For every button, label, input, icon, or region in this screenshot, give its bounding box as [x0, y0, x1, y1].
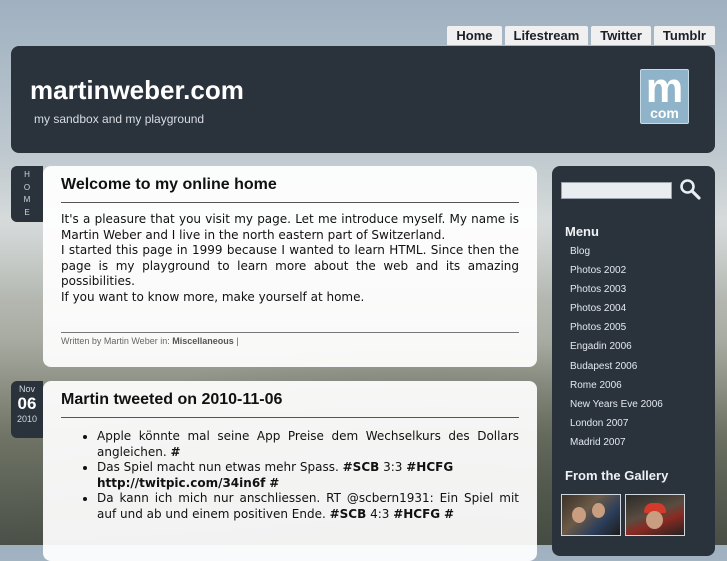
thumbnail-face: [592, 503, 605, 518]
tweet-text: 3:3: [379, 460, 407, 475]
menu-item-new-years-eve-2006[interactable]: New Years Eve 2006: [570, 397, 663, 416]
home-tab-letter: O: [23, 182, 31, 192]
welcome-post: Welcome to my online home It's a pleasur…: [43, 166, 537, 367]
home-tab-letter: H: [24, 170, 30, 179]
post-paragraph: It's a pleasure that you visit my page. …: [61, 212, 519, 242]
post-footer: Written by Martin Weber in: Miscellaneou…: [61, 332, 519, 346]
menu-item-budapest-2006[interactable]: Budapest 2006: [570, 359, 663, 378]
thumbnail-face: [572, 507, 586, 523]
hashtag-link[interactable]: #SCB: [330, 507, 367, 521]
post-body: It's a pleasure that you visit my page. …: [61, 212, 519, 306]
menu-list: Blog Photos 2002 Photos 2003 Photos 2004…: [570, 244, 663, 454]
tweet-permalink[interactable]: #: [444, 507, 454, 521]
site-logo[interactable]: m com: [640, 69, 689, 124]
post-paragraph: I started this page in 1999 because I wa…: [61, 243, 519, 289]
menu-item-engadin-2006[interactable]: Engadin 2006: [570, 339, 663, 358]
tweet-list: Apple könnte mal seine App Preise dem We…: [61, 429, 519, 523]
date-month: Nov: [18, 384, 35, 394]
hashtag-link[interactable]: #HCFG: [393, 507, 440, 521]
post-category-link[interactable]: Miscellaneous: [172, 336, 234, 346]
home-side-tab: H O M E: [11, 166, 43, 222]
gallery-thumbnail[interactable]: [625, 494, 685, 536]
tweet-permalink[interactable]: #: [170, 445, 180, 459]
menu-item-london-2007[interactable]: London 2007: [570, 416, 663, 435]
tweet-permalink[interactable]: #: [269, 476, 279, 490]
tweet-url-link[interactable]: http://twitpic.com/34in6f: [97, 476, 265, 490]
tweet-text: Das Spiel macht nun etwas mehr Spass.: [97, 460, 343, 475]
nav-home[interactable]: Home: [447, 26, 502, 45]
logo-com: com: [650, 105, 679, 121]
menu-item-photos-2004[interactable]: Photos 2004: [570, 301, 663, 320]
post-body: Apple könnte mal seine App Preise dem We…: [61, 429, 519, 523]
search-input[interactable]: [561, 182, 672, 199]
home-tab-letter: E: [24, 207, 30, 217]
nav-twitter[interactable]: Twitter: [591, 26, 651, 45]
gallery-heading: From the Gallery: [565, 468, 669, 483]
tweet-item: Da kann ich mich nur anschliessen. RT @s…: [97, 491, 519, 522]
date-day: 06: [17, 394, 37, 413]
post-footer-separator: |: [233, 336, 239, 346]
thumbnail-face: [646, 511, 663, 529]
tweet-text: Apple könnte mal seine App Preise dem We…: [97, 429, 519, 459]
hashtag-link[interactable]: #HCFG: [406, 460, 453, 474]
menu-item-madrid-2007[interactable]: Madrid 2007: [570, 435, 663, 454]
tweet-text: 4:3: [366, 506, 394, 521]
nav-lifestream[interactable]: Lifestream: [504, 26, 589, 45]
site-tagline: my sandbox and my playground: [34, 112, 205, 126]
menu-heading: Menu: [565, 224, 599, 239]
top-navigation: Home Lifestream Twitter Tumblr: [447, 26, 715, 45]
search-icon[interactable]: [679, 178, 701, 200]
menu-item-blog[interactable]: Blog: [570, 244, 663, 263]
site-header: martinweber.com my sandbox and my playgr…: [11, 46, 715, 153]
tweet-text: Da kann ich mich nur anschliessen. RT @s…: [97, 491, 519, 521]
site-title[interactable]: martinweber.com: [30, 75, 244, 106]
hashtag-link[interactable]: #SCB: [343, 460, 380, 474]
home-tab-letter: M: [23, 195, 31, 204]
tweet-item: Das Spiel macht nun etwas mehr Spass. #S…: [97, 460, 519, 491]
menu-item-photos-2002[interactable]: Photos 2002: [570, 263, 663, 282]
post-paragraph: If you want to know more, make yourself …: [61, 289, 365, 304]
tweet-post: Martin tweeted on 2010-11-06 Apple könnt…: [43, 381, 537, 561]
post-date-badge: Nov 06 2010: [11, 381, 43, 438]
post-author: Written by Martin Weber in:: [61, 336, 173, 346]
nav-tumblr[interactable]: Tumblr: [653, 26, 715, 45]
post-title[interactable]: Welcome to my online home: [61, 176, 519, 203]
date-year: 2010: [16, 414, 38, 424]
gallery-thumbnail[interactable]: [561, 494, 621, 536]
menu-item-photos-2005[interactable]: Photos 2005: [570, 320, 663, 339]
post-title[interactable]: Martin tweeted on 2010-11-06: [61, 391, 519, 418]
sidebar: Menu Blog Photos 2002 Photos 2003 Photos…: [552, 166, 715, 556]
menu-item-rome-2006[interactable]: Rome 2006: [570, 378, 663, 397]
menu-item-photos-2003[interactable]: Photos 2003: [570, 282, 663, 301]
tweet-item: Apple könnte mal seine App Preise dem We…: [97, 429, 519, 460]
